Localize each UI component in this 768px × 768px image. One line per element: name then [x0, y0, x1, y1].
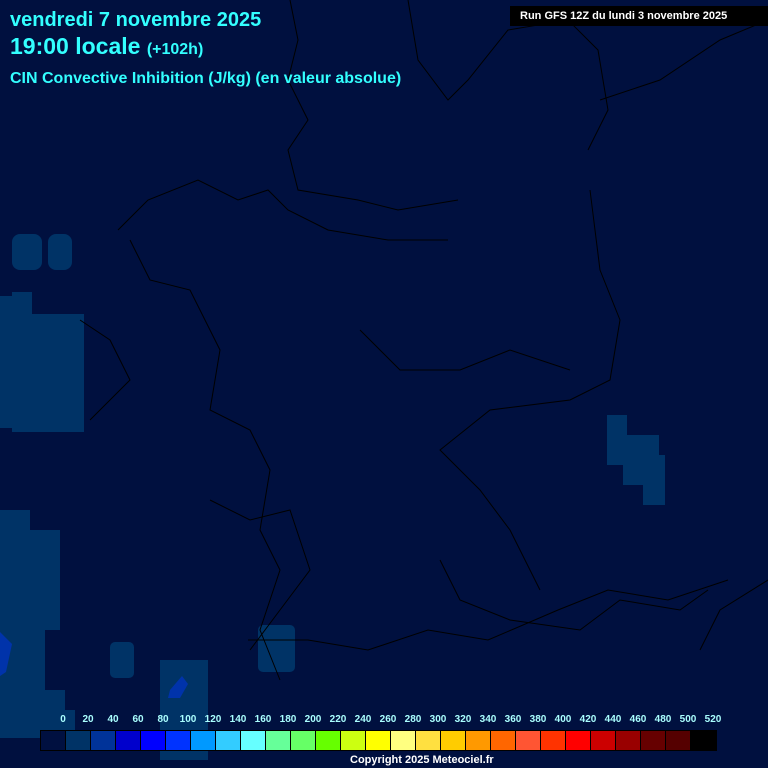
legend-swatch — [391, 731, 416, 750]
legend-label: 80 — [157, 714, 169, 725]
legend-label: 380 — [529, 714, 547, 725]
legend-swatch — [91, 731, 116, 750]
legend-swatch — [216, 731, 241, 750]
legend-swatch — [666, 731, 691, 750]
legend-swatch — [616, 731, 641, 750]
legend-label: 40 — [107, 714, 119, 725]
legend-label: 220 — [329, 714, 347, 725]
cin-field-20 — [0, 234, 665, 760]
legend-swatch — [241, 731, 266, 750]
legend-swatch — [316, 731, 341, 750]
legend-label: 20 — [82, 714, 94, 725]
legend-swatch — [41, 731, 66, 750]
legend-label: 440 — [604, 714, 622, 725]
forecast-time: 19:00 locale (+102h) — [10, 33, 203, 60]
legend-label: 520 — [704, 714, 722, 725]
legend-swatch — [591, 731, 616, 750]
legend-label: 500 — [679, 714, 697, 725]
legend-label: 280 — [404, 714, 422, 725]
legend-swatch — [541, 731, 566, 750]
legend-label: 480 — [654, 714, 672, 725]
local-time: 19:00 locale — [10, 33, 141, 59]
legend-label: 180 — [279, 714, 297, 725]
legend-swatch — [341, 731, 366, 750]
legend-swatch — [691, 731, 716, 750]
legend-swatch — [441, 731, 466, 750]
legend-swatch — [166, 731, 191, 750]
legend-label: 420 — [579, 714, 597, 725]
legend-label: 0 — [60, 714, 66, 725]
legend-label: 240 — [354, 714, 372, 725]
legend-label: 260 — [379, 714, 397, 725]
color-legend — [40, 730, 717, 751]
legend-label: 60 — [132, 714, 144, 725]
legend-swatch — [466, 731, 491, 750]
parameter-title: CIN Convective Inhibition (J/kg) (en val… — [10, 70, 402, 87]
legend-label: 160 — [254, 714, 272, 725]
legend-swatch — [191, 731, 216, 750]
legend-label: 400 — [554, 714, 572, 725]
legend-swatch — [491, 731, 516, 750]
legend-label: 360 — [504, 714, 522, 725]
legend-swatch — [291, 731, 316, 750]
legend-label: 340 — [479, 714, 497, 725]
legend-label: 140 — [229, 714, 247, 725]
legend-label: 320 — [454, 714, 472, 725]
legend-swatch — [366, 731, 391, 750]
copyright: Copyright 2025 Meteociel.fr — [350, 754, 494, 766]
legend-swatch — [516, 731, 541, 750]
cin-map — [0, 0, 768, 760]
legend-swatch — [141, 731, 166, 750]
legend-labels: 0 20 40 60 80 100 120 140 160 180 200 220 240 260 280 3… — [40, 714, 730, 728]
legend-label: 200 — [304, 714, 322, 725]
legend-swatch — [116, 731, 141, 750]
country-borders — [79, 0, 768, 681]
forecast-offset: (+102h) — [146, 41, 204, 58]
run-info: Run GFS 12Z du lundi 3 novembre 2025 — [510, 6, 768, 26]
legend-swatch — [566, 731, 591, 750]
forecast-date: vendredi 7 novembre 2025 — [10, 9, 262, 31]
legend-label: 120 — [204, 714, 222, 725]
legend-swatch — [266, 731, 291, 750]
legend-label: 100 — [179, 714, 197, 725]
legend-swatch — [641, 731, 666, 750]
legend-swatch — [66, 731, 91, 750]
legend-label: 300 — [429, 714, 447, 725]
legend-label: 460 — [629, 714, 647, 725]
legend-swatch — [416, 731, 441, 750]
